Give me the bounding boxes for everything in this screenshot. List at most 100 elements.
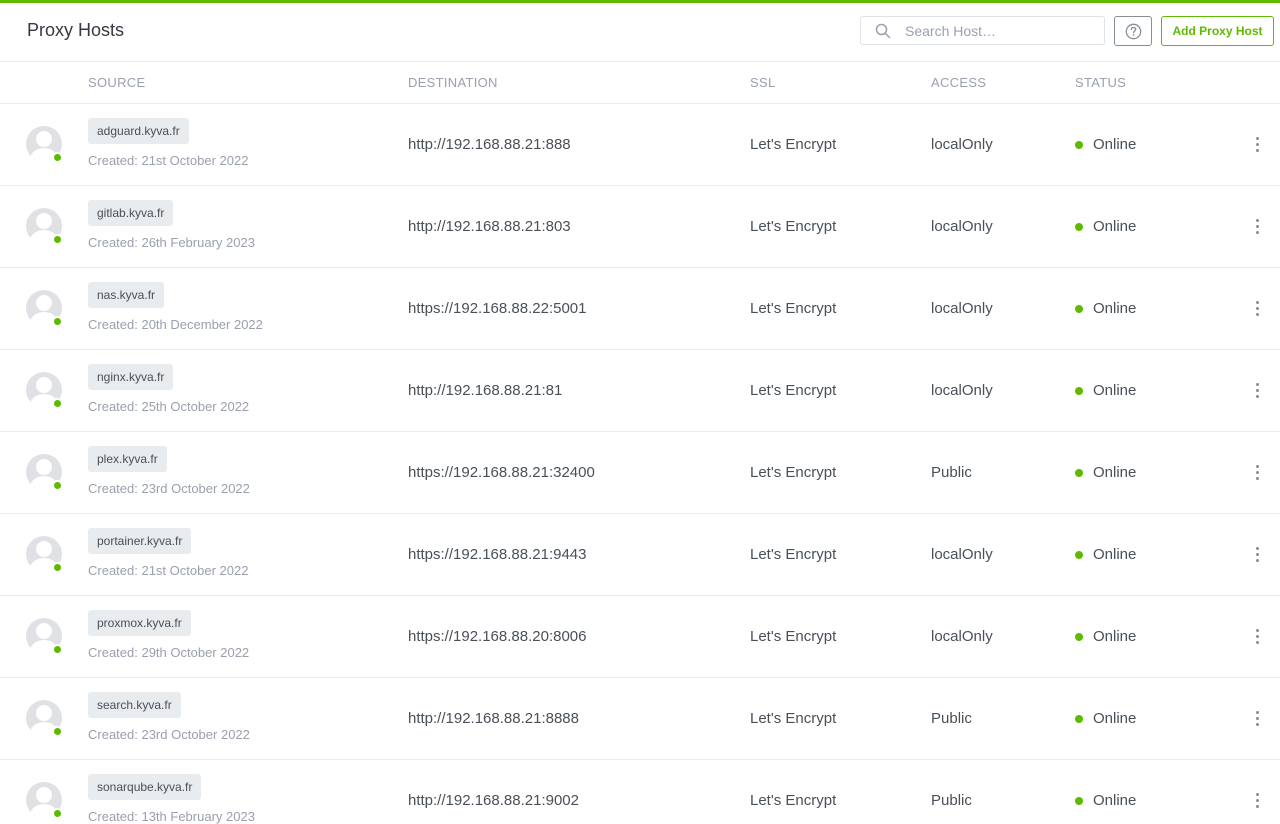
- ssl-cell: Let's Encrypt: [750, 382, 837, 399]
- row-menu-kebab-icon[interactable]: [1251, 136, 1263, 154]
- status-indicator-dot: [52, 562, 63, 573]
- created-date: Created: 13th February 2023: [88, 809, 255, 824]
- status-indicator-dot: [52, 726, 63, 737]
- access-cell: localOnly: [931, 546, 993, 563]
- status-label: Online: [1093, 218, 1137, 235]
- access-cell: Public: [931, 710, 972, 727]
- destination-cell: http://192.168.88.21:803: [408, 218, 571, 235]
- search-box[interactable]: [860, 16, 1105, 45]
- online-status-dot-icon: [1075, 141, 1083, 149]
- column-header-destination: DESTINATION: [408, 75, 498, 90]
- created-date: Created: 29th October 2022: [88, 645, 250, 660]
- table-row[interactable]: gitlab.kyva.fr Created: 26th February 202…: [0, 186, 1280, 268]
- row-menu-kebab-icon[interactable]: [1251, 382, 1263, 400]
- search-input[interactable]: [905, 21, 1095, 41]
- status-indicator-dot: [52, 152, 63, 163]
- created-date: Created: 23rd October 2022: [88, 481, 250, 496]
- destination-cell: https://192.168.88.21:9443: [408, 546, 587, 563]
- table-row[interactable]: adguard.kyva.fr Created: 21st October 202…: [0, 104, 1280, 186]
- table-row[interactable]: search.kyva.fr Created: 23rd October 2022…: [0, 678, 1280, 760]
- ssl-cell: Let's Encrypt: [750, 300, 837, 317]
- ssl-cell: Let's Encrypt: [750, 218, 837, 235]
- online-status-dot-icon: [1075, 797, 1083, 805]
- created-date: Created: 21st October 2022: [88, 153, 249, 168]
- status-indicator-dot: [52, 398, 63, 409]
- status-indicator-dot: [52, 316, 63, 327]
- row-menu-kebab-icon[interactable]: [1251, 300, 1263, 318]
- source-domain-tag[interactable]: nginx.kyva.fr: [88, 364, 174, 390]
- source-domain-tag[interactable]: portainer.kyva.fr: [88, 528, 192, 554]
- destination-cell: http://192.168.88.21:8888: [408, 710, 579, 727]
- access-cell: localOnly: [931, 628, 993, 645]
- destination-cell: https://192.168.88.20:8006: [408, 628, 587, 645]
- table-row[interactable]: nas.kyva.fr Created: 20th December 2022 ht…: [0, 268, 1280, 350]
- row-menu-kebab-icon[interactable]: [1251, 710, 1263, 728]
- created-date: Created: 20th December 2022: [88, 317, 263, 332]
- access-cell: Public: [931, 792, 972, 809]
- add-proxy-host-button[interactable]: Add Proxy Host: [1161, 16, 1274, 46]
- column-header-ssl: SSL: [750, 75, 776, 90]
- ssl-cell: Let's Encrypt: [750, 546, 837, 563]
- status-label: Online: [1093, 628, 1137, 645]
- table-row[interactable]: nginx.kyva.fr Created: 25th October 2022 h…: [0, 350, 1280, 432]
- row-menu-kebab-icon[interactable]: [1251, 464, 1263, 482]
- status-indicator-dot: [52, 644, 63, 655]
- destination-cell: http://192.168.88.21:9002: [408, 792, 579, 809]
- access-cell: localOnly: [931, 382, 993, 399]
- table-header: SOURCE DESTINATION SSL ACCESS STATUS: [0, 62, 1280, 104]
- ssl-cell: Let's Encrypt: [750, 464, 837, 481]
- access-cell: localOnly: [931, 218, 993, 235]
- table-row[interactable]: sonarqube.kyva.fr Created: 13th February …: [0, 760, 1280, 824]
- access-cell: Public: [931, 464, 972, 481]
- row-menu-kebab-icon[interactable]: [1251, 546, 1263, 564]
- ssl-cell: Let's Encrypt: [750, 792, 837, 809]
- ssl-cell: Let's Encrypt: [750, 136, 837, 153]
- status-indicator-dot: [52, 808, 63, 819]
- source-domain-tag[interactable]: gitlab.kyva.fr: [88, 200, 174, 226]
- online-status-dot-icon: [1075, 223, 1083, 231]
- column-header-source: SOURCE: [88, 75, 146, 90]
- created-date: Created: 21st October 2022: [88, 563, 249, 578]
- destination-cell: https://192.168.88.22:5001: [408, 300, 587, 317]
- destination-cell: http://192.168.88.21:888: [408, 136, 571, 153]
- status-label: Online: [1093, 710, 1137, 727]
- created-date: Created: 25th October 2022: [88, 399, 250, 414]
- row-menu-kebab-icon[interactable]: [1251, 628, 1263, 646]
- created-date: Created: 26th February 2023: [88, 235, 255, 250]
- column-header-access: ACCESS: [931, 75, 987, 90]
- access-cell: localOnly: [931, 136, 993, 153]
- destination-cell: https://192.168.88.21:32400: [408, 464, 595, 481]
- status-indicator-dot: [52, 480, 63, 491]
- online-status-dot-icon: [1075, 387, 1083, 395]
- help-button[interactable]: [1114, 16, 1152, 46]
- status-label: Online: [1093, 792, 1137, 809]
- page-header: Proxy Hosts Add Proxy Host: [0, 3, 1280, 62]
- source-domain-tag[interactable]: nas.kyva.fr: [88, 282, 165, 308]
- access-cell: localOnly: [931, 300, 993, 317]
- search-icon: [875, 23, 891, 39]
- status-label: Online: [1093, 546, 1137, 563]
- online-status-dot-icon: [1075, 633, 1083, 641]
- source-domain-tag[interactable]: search.kyva.fr: [88, 692, 181, 718]
- source-domain-tag[interactable]: sonarqube.kyva.fr: [88, 774, 202, 800]
- column-header-status: STATUS: [1075, 75, 1127, 90]
- status-label: Online: [1093, 300, 1137, 317]
- online-status-dot-icon: [1075, 551, 1083, 559]
- created-date: Created: 23rd October 2022: [88, 727, 250, 742]
- source-domain-tag[interactable]: proxmox.kyva.fr: [88, 610, 191, 636]
- status-indicator-dot: [52, 234, 63, 245]
- ssl-cell: Let's Encrypt: [750, 710, 837, 727]
- table-row[interactable]: proxmox.kyva.fr Created: 29th October 202…: [0, 596, 1280, 678]
- ssl-cell: Let's Encrypt: [750, 628, 837, 645]
- online-status-dot-icon: [1075, 715, 1083, 723]
- destination-cell: http://192.168.88.21:81: [408, 382, 563, 399]
- table-row[interactable]: plex.kyva.fr Created: 23rd October 2022 ht…: [0, 432, 1280, 514]
- status-label: Online: [1093, 136, 1137, 153]
- source-domain-tag[interactable]: adguard.kyva.fr: [88, 118, 189, 144]
- row-menu-kebab-icon[interactable]: [1251, 792, 1263, 810]
- row-menu-kebab-icon[interactable]: [1251, 218, 1263, 236]
- online-status-dot-icon: [1075, 305, 1083, 313]
- table-row[interactable]: portainer.kyva.fr Created: 21st October 2…: [0, 514, 1280, 596]
- page-title: Proxy Hosts: [27, 20, 125, 40]
- source-domain-tag[interactable]: plex.kyva.fr: [88, 446, 167, 472]
